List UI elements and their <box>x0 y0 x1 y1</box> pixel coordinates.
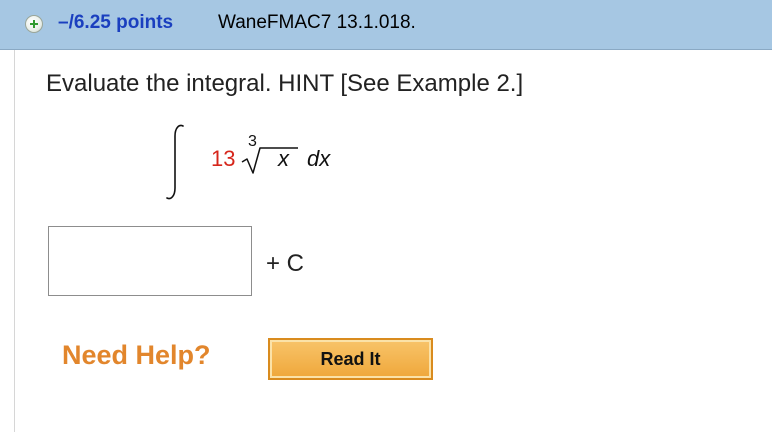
question-prompt: Evaluate the integral. HINT [See Example… <box>46 70 524 97</box>
plus-icon-vertical <box>33 20 35 28</box>
radicand: x <box>278 146 289 171</box>
question-header: –/6.25 points WaneFMAC7 13.1.018. <box>0 0 772 50</box>
integral-sign-icon <box>166 124 184 200</box>
differential: dx <box>307 146 331 171</box>
integrand-coefficient: 13 <box>211 146 236 171</box>
question-id: WaneFMAC7 13.1.018. <box>218 12 416 33</box>
root-index: 3 <box>248 133 257 150</box>
points-label: –/6.25 points <box>58 12 174 33</box>
plus-icon[interactable] <box>25 15 43 33</box>
need-help-label: Need Help? <box>62 340 211 370</box>
constant-of-integration: + C <box>266 250 305 277</box>
answer-input[interactable] <box>48 226 252 296</box>
left-divider <box>14 50 15 432</box>
read-it-button[interactable]: Read It <box>268 338 433 380</box>
